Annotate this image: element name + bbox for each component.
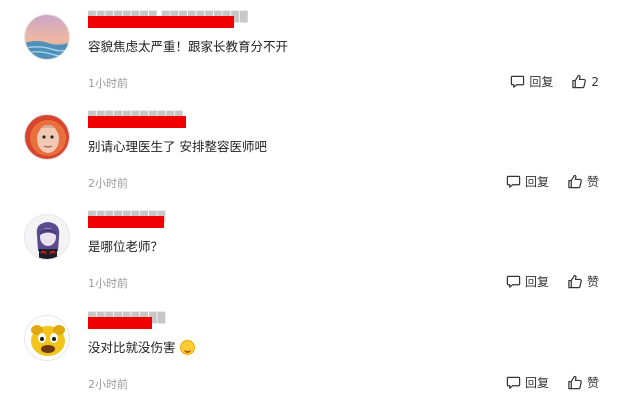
like-count: 2 xyxy=(591,74,599,89)
comment-time: 2小时前 xyxy=(88,378,128,391)
username-redaction xyxy=(88,16,234,28)
comment-text: 别请心理医生了 安排整容医师吧 xyxy=(88,139,267,154)
avatar[interactable] xyxy=(24,14,70,60)
username-redaction xyxy=(88,216,164,228)
reply-button[interactable]: 回复 xyxy=(510,73,553,90)
comment-item: █████████ 没对比就没伤害 2小时前 回复 赞 xyxy=(0,301,641,401)
thumbs-up-icon xyxy=(568,274,582,289)
username-redaction xyxy=(88,317,152,329)
comment-bubble-icon xyxy=(506,376,521,389)
comment-item: ███████████ 别请心理医生了 安排整容医师吧 2小时前 回复 赞 xyxy=(0,100,641,200)
thumbs-up-icon xyxy=(572,74,587,89)
thumbs-up-icon xyxy=(568,375,582,390)
comment-time: 1小时前 xyxy=(88,277,128,290)
comment-time: 1小时前 xyxy=(88,77,128,90)
like-label: 赞 xyxy=(586,175,599,189)
comment-text: 没对比就没伤害 xyxy=(88,340,176,355)
like-button[interactable]: 2 xyxy=(571,74,599,89)
comment-time: 2小时前 xyxy=(88,177,128,190)
reply-button[interactable]: 回复 xyxy=(506,173,549,190)
like-label: 赞 xyxy=(586,376,599,390)
comment-text-row: 没对比就没伤害 xyxy=(88,339,195,357)
comment-text: 容貌焦虑太严重！跟家长教育分不开 xyxy=(88,39,289,54)
avatar[interactable] xyxy=(24,214,70,260)
laughing-emoji-icon xyxy=(179,340,195,355)
reply-label: 回复 xyxy=(529,75,554,89)
like-button[interactable]: 赞 xyxy=(567,374,599,391)
reply-button[interactable]: 回复 xyxy=(506,374,549,391)
comment-bubble-icon xyxy=(506,275,521,288)
like-button[interactable]: 赞 xyxy=(567,173,599,190)
avatar[interactable] xyxy=(24,114,70,160)
username-redaction xyxy=(88,116,186,128)
avatar[interactable] xyxy=(24,315,70,361)
like-button[interactable]: 赞 xyxy=(567,273,599,290)
like-label: 赞 xyxy=(586,275,599,289)
thumbs-up-icon xyxy=(568,174,582,189)
reply-label: 回复 xyxy=(524,275,549,289)
reply-button[interactable]: 回复 xyxy=(506,273,549,290)
reply-label: 回复 xyxy=(524,175,549,189)
comment-bubble-icon xyxy=(511,75,525,88)
comment-text: 是哪位老师？ xyxy=(88,239,164,254)
comment-item: ████████ ██████████ 容貌焦虑太严重！跟家长教育分不开 1小时… xyxy=(0,0,641,100)
comment-bubble-icon xyxy=(506,175,521,188)
comment-item: █████████ 是哪位老师？ 1小时前 回复 赞 xyxy=(0,200,641,300)
reply-label: 回复 xyxy=(524,376,549,390)
